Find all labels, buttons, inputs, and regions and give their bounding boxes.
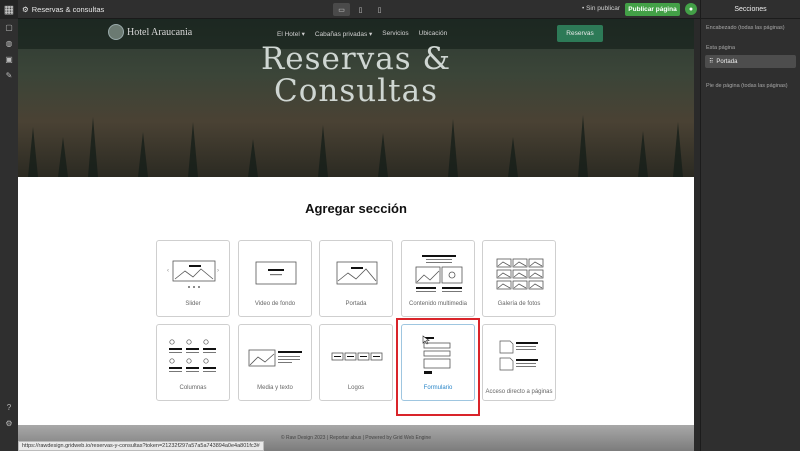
this-page-label: Esta página <box>706 45 736 51</box>
publish-button[interactable]: Publicar página <box>625 3 680 16</box>
page-name: Reservas & consultas <box>31 4 105 14</box>
device-switcher: ▭ ▯ ▯ <box>333 3 388 16</box>
help-icon[interactable]: ? <box>0 399 18 415</box>
nav-item-servicios[interactable]: Servicios <box>382 30 408 38</box>
media-text-thumbnail <box>248 349 302 367</box>
logo-text: Hotel Araucania <box>127 26 193 38</box>
card-label: Acceso directo a páginas <box>485 389 553 395</box>
page-selector[interactable]: ⚙ Reservas & consultas <box>22 5 104 14</box>
unpublished-status: • Sin publicar <box>582 5 621 12</box>
footer-section-label[interactable]: Pie de página (todas las páginas) <box>701 83 800 89</box>
nav-item-cabanas[interactable]: Cabañas privadas ▾ <box>315 30 372 38</box>
section-card-acceso-directo[interactable]: Acceso directo a páginas <box>482 324 556 401</box>
section-item-portada[interactable]: ⠿ Portada <box>705 55 796 68</box>
reservas-button[interactable]: Reservas <box>557 25 603 42</box>
site-logo[interactable]: Hotel Araucania <box>108 24 192 40</box>
section-card-logos[interactable]: Logos <box>319 324 393 401</box>
settings-icon[interactable]: ⚙ <box>0 415 18 431</box>
gear-icon: ⚙ <box>22 4 29 14</box>
grid-menu-icon[interactable]: ▦ <box>0 0 18 19</box>
drag-handle-icon[interactable]: ⠿ <box>709 58 713 65</box>
slider-thumbnail: ‹ › <box>167 260 219 288</box>
section-item-label: Portada <box>716 58 738 65</box>
card-label: Slider <box>185 301 201 307</box>
shortcut-thumbnail <box>499 340 538 371</box>
card-label: Video de fondo <box>254 301 296 307</box>
hero-title: Reservas & Consultas <box>18 43 694 107</box>
card-label: Contenido multimedia <box>408 301 468 307</box>
card-label: Logos <box>347 385 365 391</box>
hero-title-line1: Reservas & <box>260 41 452 77</box>
svg-text:›: › <box>217 268 219 274</box>
media-icon[interactable]: ▣ <box>0 51 18 67</box>
editor-canvas: Hotel Araucania El Hotel ▾ Cabañas priva… <box>18 19 694 451</box>
card-label: Portada <box>345 301 367 307</box>
status-url: https://rawdesign.gridweb.io/reservas-y-… <box>18 441 264 451</box>
video-thumbnail <box>255 261 297 285</box>
section-card-columnas[interactable]: Columnas <box>156 324 230 401</box>
section-card-slider[interactable]: ‹ › Slider <box>156 240 230 317</box>
sections-panel: Secciones Encabezado (todas las páginas)… <box>700 0 800 451</box>
nav-item-ubicacion[interactable]: Ubicación <box>419 30 448 38</box>
section-card-media-texto[interactable]: Media y texto <box>238 324 312 401</box>
multimedia-thumbnail <box>415 255 463 292</box>
page-icon[interactable]: ▢ <box>0 19 18 35</box>
section-card-video[interactable]: Video de fondo <box>238 240 312 317</box>
card-label: Media y texto <box>257 385 293 391</box>
panel-title: Secciones <box>701 0 800 19</box>
palette-icon[interactable]: ◍ <box>0 35 18 51</box>
mobile-icon[interactable]: ▯ <box>371 3 388 16</box>
hero-title-line2: Consultas <box>274 73 438 109</box>
section-card-multimedia[interactable]: Contenido multimedia <box>401 240 475 317</box>
site-nav: El Hotel ▾ Cabañas privadas ▾ Servicios … <box>277 30 447 38</box>
card-label: Columnas <box>179 385 207 391</box>
card-label: Galería de fotos <box>497 301 541 307</box>
wrench-icon[interactable]: ✎ <box>0 67 18 83</box>
section-card-portada[interactable]: Portada <box>319 240 393 317</box>
top-toolbar: ▦ ⚙ Reservas & consultas ▭ ▯ ▯ • Sin pub… <box>0 0 800 19</box>
logo-icon <box>108 24 124 40</box>
gallery-thumbnail <box>496 258 544 290</box>
left-sidebar: ▢ ◍ ▣ ✎ ? ⚙ <box>0 19 18 451</box>
add-section-title: Agregar sección <box>305 201 407 216</box>
nav-item-hotel[interactable]: El Hotel ▾ <box>277 30 305 38</box>
hero-section: Hotel Araucania El Hotel ▾ Cabañas priva… <box>18 19 694 177</box>
header-section-label[interactable]: Encabezado (todas las páginas) <box>701 25 800 31</box>
section-card-galeria[interactable]: Galería de fotos <box>482 240 556 317</box>
avatar[interactable]: ● <box>685 3 697 15</box>
tablet-icon[interactable]: ▯ <box>352 3 369 16</box>
logos-thumbnail <box>331 352 383 361</box>
svg-text:‹: ‹ <box>167 268 169 274</box>
columns-thumbnail <box>169 339 216 372</box>
selection-highlight <box>396 318 480 416</box>
desktop-icon[interactable]: ▭ <box>333 3 350 16</box>
portada-thumbnail <box>336 261 378 285</box>
